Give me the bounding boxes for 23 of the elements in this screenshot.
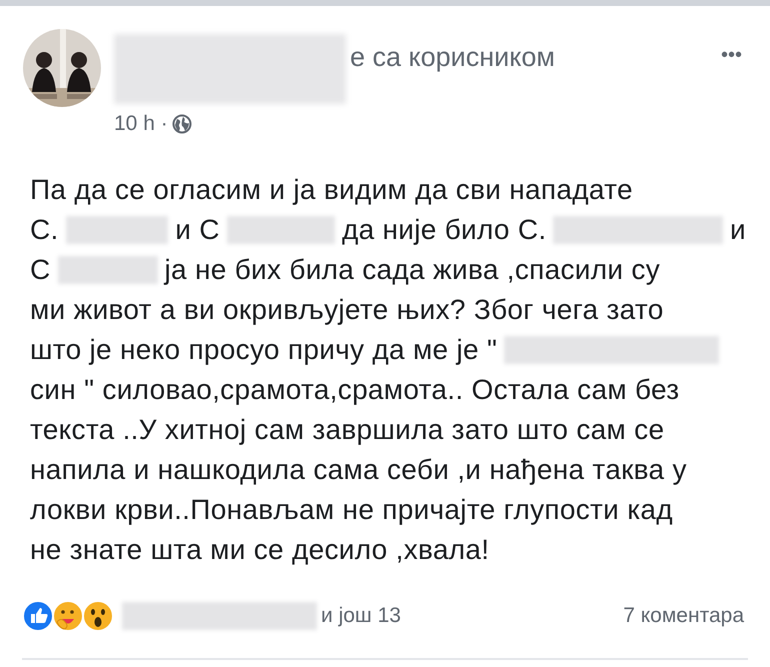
globe-icon [172, 114, 192, 134]
post-text: текста ..У хитној сам завршила зато што сам се [30, 414, 664, 446]
more-options-button[interactable]: ••• [716, 44, 746, 67]
like-reaction-icon [22, 600, 54, 632]
hug-reaction-icon [52, 600, 84, 632]
post-author-line: е са корисником [350, 42, 555, 73]
post-text: син " силовао,срамота,срамота.. Остала сам без [30, 374, 680, 406]
post-text: ја не бих била сада жива ,спасили су [164, 254, 660, 286]
comments-count[interactable]: 7 коментара [623, 604, 744, 628]
post-text: локви крви..Понављам не причајте глупости кад [30, 494, 673, 526]
wow-reaction-icon [82, 600, 114, 632]
post-text: Па да се огласим и ја видим да сви нападате [30, 174, 633, 206]
post-text: и [730, 214, 746, 246]
post-text: С [30, 254, 51, 286]
post-text: напила и нашкодила сама себи ,и нађена таква у [30, 454, 687, 486]
post-text: С. [30, 214, 59, 246]
post-time: 10 h · [114, 112, 168, 136]
post-text: што је неко просуо причу да ме је " [30, 334, 498, 366]
post-text: да није било С. [342, 214, 546, 246]
post-text: и С [175, 214, 220, 246]
reaction-count[interactable]: и још 13 [321, 604, 401, 628]
post-text: ми живот а ви окривљујете њих? Због чега зато [30, 294, 664, 326]
post-text: не знате шта ми се десило ,хвала! [30, 534, 490, 566]
